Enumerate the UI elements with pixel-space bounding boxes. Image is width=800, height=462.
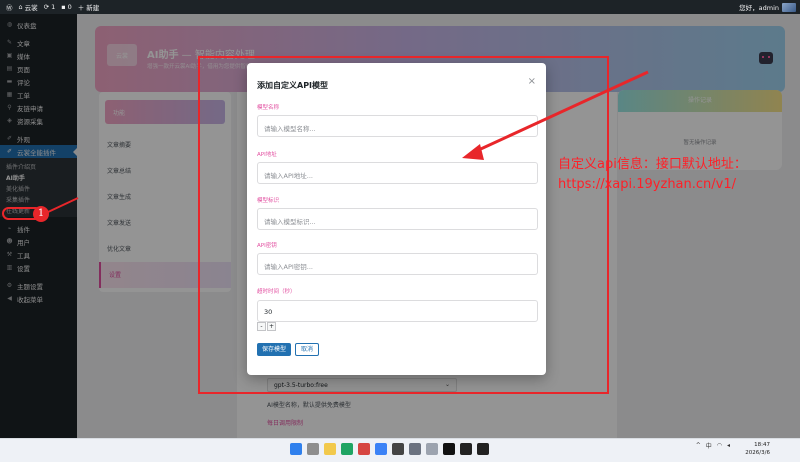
annotation-step-badge: 1 — [33, 206, 49, 222]
folder-icon[interactable] — [324, 443, 336, 455]
phone-icon[interactable] — [426, 443, 438, 455]
system-tray: ^ 中 ◠ ◂ — [696, 441, 730, 450]
wp-logo-icon[interactable]: Ⓦ — [6, 2, 13, 12]
taskbar-apps — [290, 443, 489, 455]
clock-date: 2026/3/6 — [745, 450, 770, 456]
avatar — [782, 2, 796, 12]
admin-bar: Ⓦ ⌂ 云裳 ⟳ 1 ▪ 0 ＋新建 您好，admin — [0, 0, 800, 14]
browser-icon[interactable] — [341, 443, 353, 455]
site-name-link[interactable]: ⌂ 云裳 — [19, 2, 38, 12]
clock[interactable]: 18:47 2026/3/6 — [745, 441, 770, 457]
qq-icon[interactable] — [460, 443, 472, 455]
chevron-up-icon[interactable]: ^ — [696, 442, 701, 449]
annotation-highlight-box — [198, 56, 609, 394]
greeting-text: 您好，admin — [739, 4, 779, 12]
volume-icon[interactable]: ◂ — [727, 442, 730, 449]
new-content-link[interactable]: ＋新建 — [78, 2, 100, 12]
annotation-line-2: https://xapi.19yzhan.cn/v1/ — [558, 177, 737, 192]
annotation-line-1: 自定义api信息：接口默认地址： — [558, 157, 747, 172]
editor-icon[interactable] — [392, 443, 404, 455]
terminal-icon[interactable] — [409, 443, 421, 455]
start-icon[interactable] — [290, 443, 302, 455]
comment-icon: ▪ — [61, 3, 66, 11]
clock-time: 18:47 — [754, 442, 770, 448]
updates-link[interactable]: ⟳ 1 — [44, 3, 56, 11]
annotation-text: 自定义api信息：接口默认地址： https://xapi.19yzhan.cn… — [558, 155, 798, 195]
plus-icon: ＋ — [77, 4, 85, 12]
search-icon[interactable] — [307, 443, 319, 455]
chat-icon[interactable] — [443, 443, 455, 455]
tray-lang[interactable]: 中 — [706, 441, 712, 450]
app-icon[interactable] — [358, 443, 370, 455]
qq-alt-icon[interactable] — [477, 443, 489, 455]
refresh-icon: ⟳ — [43, 3, 50, 11]
comments-link[interactable]: ▪ 0 — [61, 3, 72, 11]
mail-icon[interactable] — [375, 443, 387, 455]
account-menu[interactable]: 您好，admin — [739, 2, 796, 12]
wifi-icon[interactable]: ◠ — [717, 442, 722, 449]
